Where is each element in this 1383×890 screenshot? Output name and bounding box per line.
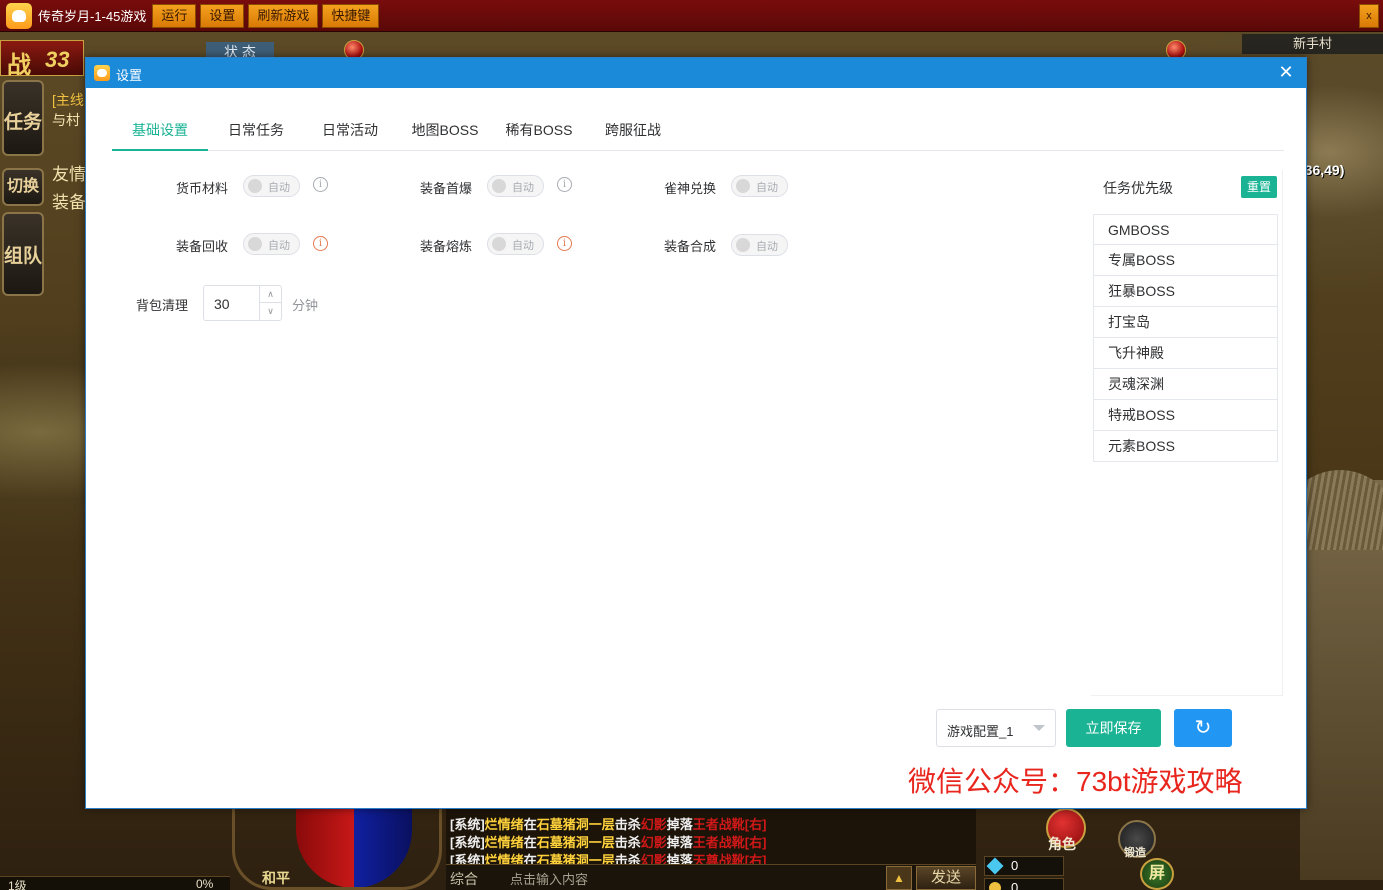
diamond-count: 0 <box>984 856 1064 876</box>
stepper-down-icon[interactable]: ∨ <box>259 303 281 320</box>
refresh-game-button[interactable]: 刷新游戏 <box>248 3 319 28</box>
priority-item[interactable]: 专属BOSS <box>1093 245 1278 276</box>
level-banner: 战 33 <box>0 40 84 79</box>
priority-item[interactable]: 元素BOSS <box>1093 431 1278 462</box>
chat-input[interactable]: 点击输入内容 <box>510 869 588 888</box>
tab-daily-events[interactable]: 日常活动 <box>304 110 396 151</box>
priority-item[interactable]: 灵魂深渊 <box>1093 369 1278 400</box>
equip-recycle-switch[interactable]: 自动 <box>243 233 300 255</box>
priority-item[interactable]: 狂暴BOSS <box>1093 276 1278 307</box>
tab-basic-settings[interactable]: 基础设置 <box>112 110 208 151</box>
chat-expand-icon[interactable]: ▲ <box>886 866 912 890</box>
task-priority-panel: 任务优先级 重置 GMBOSS 专属BOSS 狂暴BOSS 打宝岛 飞升神殿 灵… <box>1091 170 1283 696</box>
app-title: 传奇岁月-1-45游戏 <box>38 9 147 24</box>
team-side-button[interactable]: 组队 <box>2 212 44 296</box>
warning-icon[interactable]: i <box>313 236 328 251</box>
reset-button[interactable]: 重置 <box>1241 176 1277 198</box>
priority-item[interactable]: 飞升神殿 <box>1093 338 1278 369</box>
equip-smelt-label: 装备熔炼 <box>419 239 472 254</box>
chat-line: [系统]烂情绪在石墓猪洞一层击杀幻影掉落王者战靴[右] <box>450 835 767 850</box>
equip-combine-label: 装备合成 <box>663 239 716 254</box>
gold-count: 0 <box>984 878 1064 890</box>
sparrow-exchange-label: 雀神兑换 <box>663 181 716 196</box>
peace-mode-label[interactable]: 和平 <box>262 868 290 888</box>
game-hud-left: 战 33 任务 切换 组队 [主线 与村 友情 装备 <box>0 36 86 306</box>
task-side-button[interactable]: 任务 <box>2 80 44 156</box>
app-titlebar: 传奇岁月-1-45游戏 运行 设置 刷新游戏 快捷键 x <box>0 0 1383 32</box>
equip-combine-switch[interactable]: 自动 <box>731 234 788 256</box>
tab-map-boss[interactable]: 地图BOSS <box>396 110 494 151</box>
screen-button[interactable]: 屏 <box>1140 858 1174 890</box>
bag-clean-label: 背包清理 <box>135 298 188 313</box>
settings-tabs: 基础设置 日常任务 日常活动 地图BOSS 稀有BOSS 跨服征战 <box>112 110 1284 151</box>
app-logo-icon <box>6 2 32 29</box>
gold-icon <box>989 882 1001 890</box>
priority-item[interactable]: 特戒BOSS <box>1093 400 1278 431</box>
map-name: 新手村 <box>1242 34 1383 54</box>
level-bar: 1级 0% <box>0 876 230 890</box>
dialog-close-icon[interactable]: ✕ <box>1276 62 1296 82</box>
refresh-icon[interactable]: ↻ <box>1174 709 1232 747</box>
forge-label[interactable]: 锻造 <box>1124 844 1146 860</box>
shortcut-button[interactable]: 快捷键 <box>322 3 380 28</box>
currency-material-switch[interactable]: 自动 <box>243 175 300 197</box>
active-tab-indicator <box>112 149 208 151</box>
friend-text: 友情 <box>52 165 86 184</box>
watermark-text: 微信公众号：73bt游戏攻略 <box>908 766 1243 797</box>
send-button[interactable]: 发送 <box>916 866 976 890</box>
info-icon[interactable]: i <box>557 177 572 192</box>
equip-first-drop-switch[interactable]: 自动 <box>487 175 544 197</box>
exp-text: 0% <box>196 877 214 890</box>
sparrow-exchange-switch[interactable]: 自动 <box>731 175 788 197</box>
priority-item[interactable]: GMBOSS <box>1093 214 1278 245</box>
config-select[interactable]: 游戏配置_1 <box>936 709 1056 747</box>
bag-clean-value[interactable]: 30 <box>214 296 230 312</box>
dialog-titlebar: 设置 ✕ <box>86 58 1306 88</box>
switch-side-button[interactable]: 切换 <box>2 168 44 206</box>
equip-first-drop-label: 装备首爆 <box>419 181 472 196</box>
tab-rare-boss[interactable]: 稀有BOSS <box>494 110 584 151</box>
settings-button[interactable]: 设置 <box>200 3 245 28</box>
priority-item[interactable]: 打宝岛 <box>1093 307 1278 338</box>
quest-tag: [主线 <box>52 92 84 108</box>
bag-clean-stepper[interactable]: 30 ∧ ∨ <box>203 285 282 321</box>
save-now-button[interactable]: 立即保存 <box>1066 709 1161 747</box>
run-button[interactable]: 运行 <box>152 3 197 28</box>
bag-clean-unit: 分钟 <box>292 298 319 313</box>
dialog-title: 设置 <box>116 68 143 83</box>
warning-icon[interactable]: i <box>557 236 572 251</box>
config-select-value[interactable]: 游戏配置_1 <box>947 721 1013 740</box>
tab-daily-tasks[interactable]: 日常任务 <box>208 110 304 151</box>
priority-list: GMBOSS 专属BOSS 狂暴BOSS 打宝岛 飞升神殿 灵魂深渊 特戒BOS… <box>1093 214 1278 462</box>
equip-recycle-label: 装备回收 <box>175 239 228 254</box>
chat-line: [系统]烂情绪在石墓猪洞一层击杀幻影掉落王者战靴[右] <box>450 817 767 832</box>
stepper-up-icon[interactable]: ∧ <box>259 286 281 303</box>
quest-text: 与村 <box>52 112 80 128</box>
role-label[interactable]: 角色 <box>1048 834 1076 854</box>
priority-title: 任务优先级 <box>1103 180 1173 196</box>
level-number: 33 <box>45 47 70 72</box>
info-icon[interactable]: i <box>313 177 328 192</box>
diamond-icon <box>986 857 1004 875</box>
chevron-down-icon[interactable] <box>1033 725 1045 731</box>
equip-smelt-switch[interactable]: 自动 <box>487 233 544 255</box>
currency-material-label: 货币材料 <box>175 181 228 196</box>
tab-cross-server[interactable]: 跨服征战 <box>584 110 682 151</box>
level-text: 1级 <box>8 879 27 890</box>
app-close-button[interactable]: x <box>1359 4 1379 28</box>
dialog-app-icon <box>94 65 110 81</box>
level-char: 战 <box>7 52 31 79</box>
equip-text: 装备 <box>52 193 86 212</box>
chat-channel[interactable]: 综合 <box>450 869 478 889</box>
settings-dialog: 设置 ✕ 基础设置 日常任务 日常活动 地图BOSS 稀有BOSS 跨服征战 货… <box>85 57 1307 809</box>
